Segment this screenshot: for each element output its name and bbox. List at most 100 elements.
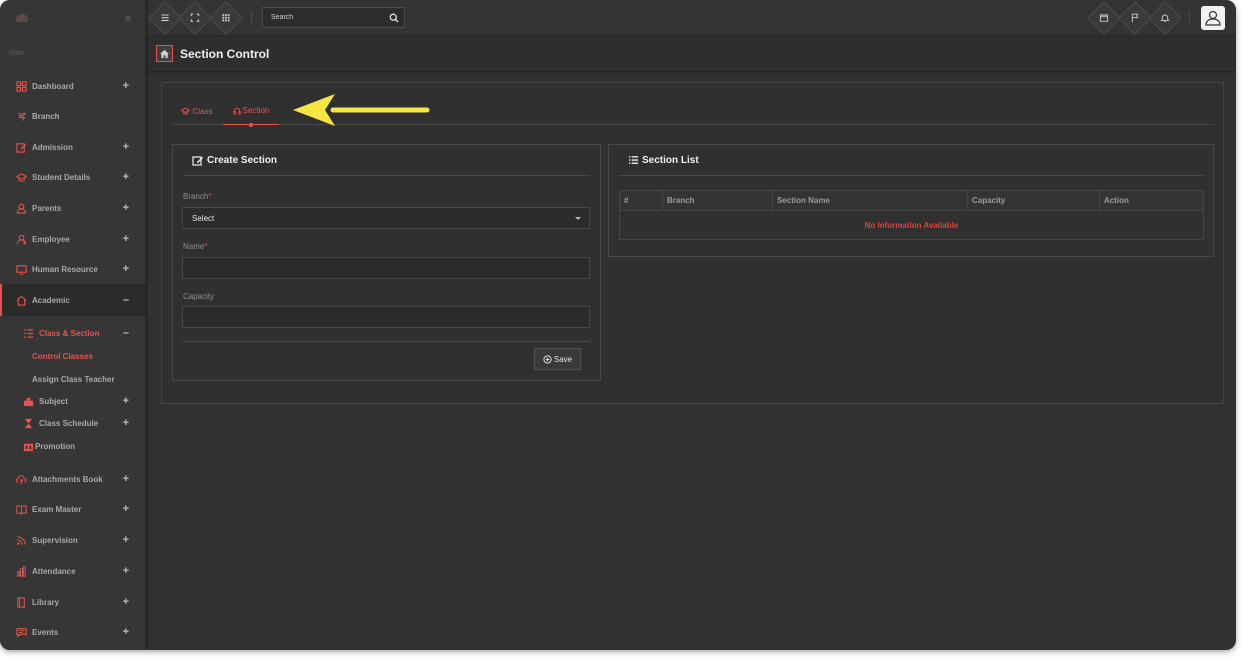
home-icon [16,295,27,306]
monitor-icon [16,264,27,275]
sidebar-item-label: Human Resource [32,264,98,274]
notifications-button[interactable] [1148,1,1182,35]
library-icon [16,596,27,608]
user-avatar-icon [1205,10,1221,26]
collapse-icon[interactable]: – [123,294,129,306]
save-label: Save [553,354,573,364]
save-button[interactable]: Save [534,348,581,370]
sidebar-item-employee[interactable]: Employee + [0,224,145,254]
page-title: Section Control [180,46,270,61]
sidebar-item-label: Student Details [32,172,91,182]
flag-button[interactable] [1118,1,1152,35]
branch-label-text: Branch [183,192,209,201]
rss-icon [16,535,27,546]
sidebar-subitem-assign-class-teacher[interactable]: Assign Class Teacher [0,369,145,389]
name-field[interactable] [183,258,589,279]
graduation-cap-icon [181,107,191,115]
section-table: # Branch Section Name Capacity Action No… [619,190,1204,240]
column-header[interactable]: # [619,190,663,211]
sidebar-item-parents[interactable]: Parents + [0,193,145,223]
topbar [148,0,1236,36]
menu-button[interactable] [148,1,182,35]
sidebar-item-admission[interactable]: Admission + [0,132,145,162]
sidebar-item-label: Attendance [32,566,76,576]
sidebar-item-exam-master[interactable]: Exam Master + [0,494,145,524]
expand-icon[interactable]: + [123,417,129,429]
tab-class[interactable]: Class [172,97,222,125]
topbar-divider [251,11,252,25]
expand-icon[interactable]: + [123,473,129,485]
expand-icon[interactable]: + [123,141,129,153]
search-icon[interactable] [384,13,404,23]
sidebar-subitem-subject[interactable]: Subject + [0,391,145,411]
sidebar-subitem-class-schedule[interactable]: Class Schedule + [0,413,145,433]
employee-icon [16,234,27,245]
expand-icon[interactable]: + [123,626,129,638]
search-input[interactable] [263,8,384,27]
dashboard-icon [16,80,27,92]
sidebar-item-student-details[interactable]: Student Details + [0,162,145,192]
promotion-icon [23,441,34,452]
sidebar-item-academic[interactable]: Academic – [0,284,145,316]
expand-icon[interactable]: + [123,534,129,546]
capacity-field[interactable] [183,307,589,328]
column-header[interactable]: Branch [662,190,773,211]
name-label-text: Name [183,242,205,251]
subitem-label: Subject [39,396,68,406]
collapse-icon[interactable]: – [123,327,129,339]
sidebar-item-human-resource[interactable]: Human Resource + [0,254,145,284]
column-header[interactable]: Action [1099,190,1204,211]
expand-icon[interactable]: + [123,263,129,275]
calendar-button[interactable] [1087,1,1121,35]
tab-label: Class [192,106,213,116]
user-avatar[interactable] [1201,6,1225,30]
sidebar-item-attachments-book[interactable]: Attachments Book + [0,464,145,494]
sidebar-item-label: Employee [32,234,70,244]
sidebar-item-label: Parents [32,203,62,213]
chart-icon [16,565,27,577]
expand-icon[interactable]: + [123,171,129,183]
column-header[interactable]: Capacity [967,190,1100,211]
sidebar-item-label: Academic [32,295,70,305]
table-header-row: # Branch Section Name Capacity Action [619,190,1204,211]
sidebar-item-library[interactable]: Library + [0,587,145,617]
sidebar-item-label: Branch [32,111,60,121]
tab-section[interactable]: Section [223,97,279,127]
create-section-card: Create Section Branch* Select Name* Capa… [172,144,601,381]
flag-icon [1131,12,1140,24]
branch-select[interactable]: Select [182,207,590,229]
fullscreen-button[interactable] [178,1,212,35]
sidebar-subitem-control-classes[interactable]: Control Classes [0,346,145,366]
sidebar-item-attendance[interactable]: Attendance + [0,556,145,586]
sidebar-item-label: Exam Master [32,504,82,514]
edit-icon [16,142,27,153]
expand-icon[interactable]: + [123,503,129,515]
expand-icon[interactable]: + [123,233,129,245]
expand-icon[interactable]: + [123,565,129,577]
cloud-upload-icon [16,474,27,485]
sidebar-item-label: Events [32,627,59,637]
apps-button[interactable] [209,1,243,35]
table-row: No Information Available [619,210,1204,240]
sidebar-subitem-class-section[interactable]: Class & Section – [0,323,145,343]
subitem-label: Class Schedule [39,418,99,428]
expand-icon[interactable]: + [123,202,129,214]
name-field-wrapper [182,257,590,279]
sidebar-item-supervision[interactable]: Supervision + [0,525,145,555]
required-mark: * [208,192,212,201]
sidebar-item-dashboard[interactable]: Dashboard + [0,71,145,101]
page-header: Section Control [148,36,1236,71]
create-section-title: Create Section [207,154,278,166]
home-icon[interactable] [156,45,173,62]
sidebar-toggle-icon[interactable] [125,15,131,21]
sidebar-item-branch[interactable]: Branch [0,101,145,131]
sidebar-item-events[interactable]: Events + [0,617,145,647]
section-list-card: Section List # Branch Section Name Capac… [608,144,1214,257]
expand-icon[interactable]: + [123,80,129,92]
expand-icon[interactable]: + [123,596,129,608]
sidebar-subitem-promotion[interactable]: Promotion [0,436,145,456]
required-mark: * [204,242,208,251]
subitem-label: Class & Section [39,328,100,338]
expand-icon[interactable]: + [123,395,129,407]
column-header[interactable]: Section Name [772,190,968,211]
